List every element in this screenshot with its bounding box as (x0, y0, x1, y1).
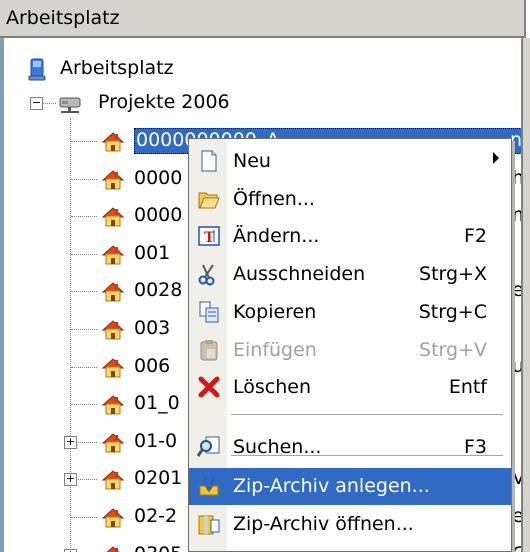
menu-item-öffnen[interactable]: Öffnen... (189, 181, 511, 218)
tree-item-label: 0028 (134, 279, 183, 301)
house-folder-icon (101, 282, 125, 302)
tree-connector (71, 216, 97, 217)
menu-item-ändern[interactable]: T Ändern... F2 (189, 218, 511, 255)
menu-separator (231, 455, 503, 456)
submenu-arrow-icon (493, 152, 499, 164)
tree-root-label: Arbeitsplatz (60, 57, 174, 79)
vertical-scrollbar[interactable] (521, 38, 530, 552)
delete-icon (198, 376, 220, 398)
pane-title: Arbeitsplatz (6, 7, 120, 29)
house-folder-icon (101, 207, 125, 227)
menu-item-label: Zip-Archiv öffnen... (233, 513, 414, 535)
tree-guide-line (70, 118, 71, 552)
tree-connector (71, 517, 97, 518)
menu-item-label: Ändern... (233, 225, 320, 247)
menu-item-zip-archiv-anlegen[interactable]: Zip-Archiv anlegen... (189, 468, 511, 505)
menu-item-label: Ausschneiden (233, 263, 366, 285)
tree-connector (42, 103, 56, 104)
house-folder-icon (106, 546, 120, 552)
menu-item-shortcut: Strg+V (419, 339, 487, 361)
new-document-icon (201, 150, 217, 172)
tree-connector (71, 254, 97, 255)
house-folder-icon (101, 395, 125, 415)
menu-item-label: Einfügen (233, 339, 317, 361)
zip-create-icon (199, 475, 219, 496)
house-folder-icon (101, 470, 125, 490)
menu-item-label: Löschen (233, 376, 311, 398)
menu-item-einfügen: Einfügen Strg+V (189, 332, 511, 369)
house-folder-icon (101, 170, 125, 190)
tree-connector (71, 291, 97, 292)
left-frame (0, 38, 4, 552)
zip-open-icon (198, 515, 220, 535)
menu-item-label: Zip-Archiv anlegen... (233, 475, 430, 497)
tree-item-label: 0000 (134, 204, 183, 226)
tree-connector (71, 141, 97, 142)
menu-item-kopieren[interactable]: Kopieren Strg+C (189, 294, 511, 331)
svg-text:T: T (204, 230, 215, 246)
open-folder-icon (198, 192, 220, 209)
menu-item-ausschneiden[interactable]: Ausschneiden Strg+X (189, 256, 511, 293)
tree-item-label: 01_0 (134, 392, 180, 414)
menu-item-suchen[interactable]: Suchen... F3 (189, 429, 511, 466)
tree-expand-toggle[interactable]: + (64, 473, 77, 486)
tree-connector (71, 179, 97, 180)
house-folder-icon (101, 508, 125, 528)
menu-item-label: Kopieren (233, 301, 317, 323)
tree-item-label: 02-2 (134, 505, 178, 527)
tree-item-label: 01-0 (134, 430, 178, 452)
house-folder-icon (101, 358, 125, 378)
house-folder-icon (101, 320, 125, 340)
computer-icon (28, 58, 46, 81)
rename-icon: T (198, 226, 220, 246)
network-drive-icon (59, 97, 81, 113)
tree-item-label: 001 (134, 242, 171, 264)
menu-item-label: Neu (233, 150, 271, 172)
menu-item-shortcut: Entf (448, 376, 487, 398)
explorer-window: Arbeitsplatz Arbeitsplatz − Projekte 200… (0, 0, 530, 552)
tree-item-label: 0201 (134, 467, 183, 489)
house-folder-icon (101, 433, 125, 453)
house-folder-icon (101, 132, 125, 152)
menu-item-shortcut: Strg+X (419, 263, 487, 285)
tree-connector (71, 329, 97, 330)
paste-icon (200, 340, 218, 361)
tree-expand-toggle[interactable]: + (64, 436, 77, 449)
menu-item-shortcut: Strg+C (418, 301, 487, 323)
tree-connector (71, 367, 97, 368)
scissors-icon (198, 264, 215, 286)
menu-item-zip-archiv-öffnen[interactable]: Zip-Archiv öffnen... (189, 506, 511, 543)
tree-item-label: 0305 (134, 543, 182, 552)
house-folder-icon (101, 245, 125, 265)
tree-node-projects-label: Projekte 2006 (98, 91, 230, 113)
tree-connector (71, 404, 97, 405)
context-menu: Neu Öffnen... T Ändern... F2 Ausschneiden Strg… (188, 138, 512, 552)
menu-item-shortcut: F2 (463, 225, 487, 247)
tree-item-label: 006 (134, 355, 171, 377)
menu-separator (231, 414, 503, 415)
menu-item-löschen[interactable]: Löschen Entf (189, 369, 511, 406)
tree-item-label: 003 (134, 317, 171, 339)
pane-header: Arbeitsplatz (0, 0, 526, 38)
search-icon (197, 436, 220, 457)
copy-icon (199, 301, 219, 323)
menu-item-neu[interactable]: Neu (189, 143, 511, 180)
tree-item-label: 0000 (134, 167, 183, 189)
menu-item-label: Öffnen... (233, 188, 315, 210)
